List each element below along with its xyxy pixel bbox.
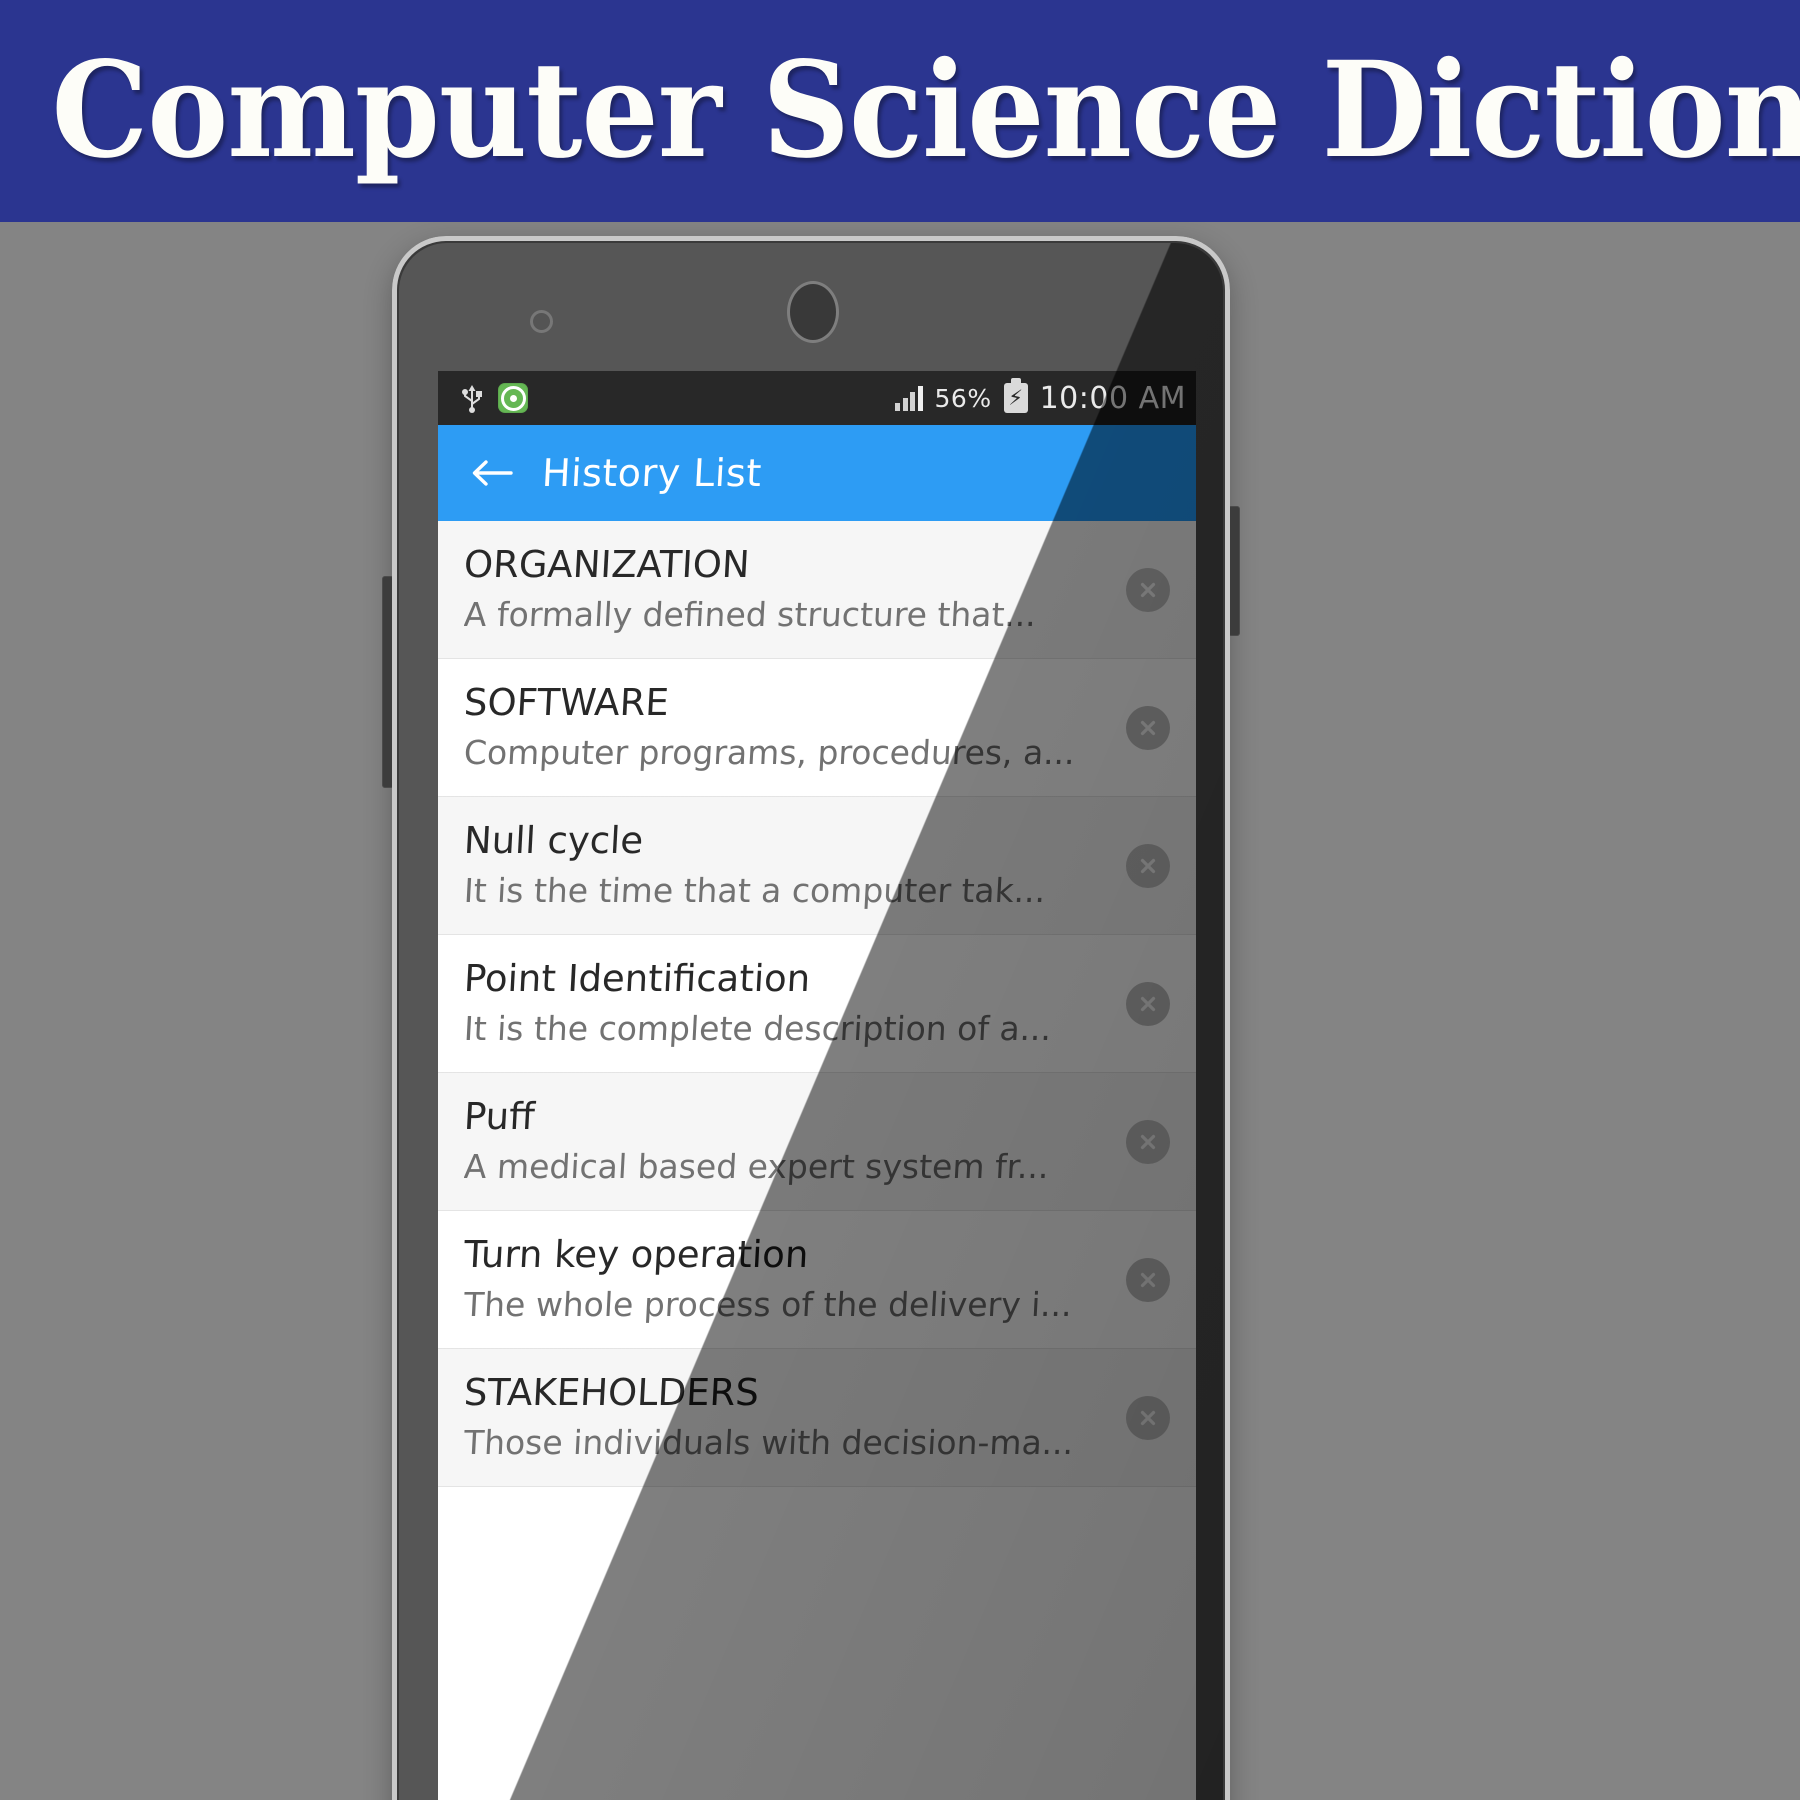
list-item-description: It is the complete description of a...	[464, 1008, 1053, 1048]
list-item-title: Point Identification	[464, 958, 812, 1001]
phone-bezel: 56% ⚡ 10:00 AM History List ORGANIZATION…	[399, 243, 1223, 1800]
close-circle-icon	[1140, 1272, 1156, 1287]
app-bar: History List	[438, 425, 1196, 521]
delete-button[interactable]	[1126, 705, 1170, 750]
app-title-banner: Computer Science Dictionary	[0, 0, 1800, 222]
list-item[interactable]: Null cycle It is the time that a compute…	[438, 797, 1196, 935]
close-circle-icon	[1140, 996, 1156, 1011]
list-item-description: Computer programs, procedures, a...	[464, 732, 1076, 772]
battery-percent-label: 56%	[934, 383, 992, 413]
front-camera-icon	[530, 310, 553, 333]
clock-label: 10:00 AM	[1039, 380, 1186, 416]
status-bar: 56% ⚡ 10:00 AM	[438, 371, 1196, 425]
list-empty-space	[438, 1487, 1196, 1687]
list-item-title: Null cycle	[464, 820, 645, 863]
close-circle-icon	[1140, 1410, 1156, 1425]
delete-button[interactable]	[1126, 843, 1170, 888]
delete-button[interactable]	[1126, 1257, 1170, 1302]
list-item-text: Turn key operation The whole process of …	[464, 1234, 1106, 1324]
back-arrow-icon	[472, 460, 513, 486]
list-item-description: A formally defined structure that...	[464, 594, 1038, 634]
delete-button[interactable]	[1126, 981, 1170, 1026]
list-item[interactable]: STAKEHOLDERS Those individuals with deci…	[438, 1349, 1196, 1487]
list-item-title: ORGANIZATION	[464, 544, 751, 587]
status-bar-right: 56% ⚡ 10:00 AM	[895, 378, 1186, 416]
phone-screen: 56% ⚡ 10:00 AM History List ORGANIZATION…	[438, 371, 1196, 1800]
proximity-sensor-icon	[787, 281, 839, 343]
list-item-text: Null cycle It is the time that a compute…	[464, 820, 1106, 910]
list-item[interactable]: Puff A medical based expert system fr...	[438, 1073, 1196, 1211]
page-title: Computer Science Dictionary	[51, 33, 1800, 188]
power-button[interactable]	[382, 576, 394, 788]
list-item-description: The whole process of the delivery i...	[464, 1284, 1073, 1324]
list-item[interactable]: ORGANIZATION A formally defined structur…	[438, 521, 1196, 659]
list-item-text: SOFTWARE Computer programs, procedures, …	[464, 682, 1106, 772]
delete-button[interactable]	[1126, 567, 1170, 612]
delete-button[interactable]	[1126, 1395, 1170, 1440]
usb-icon	[462, 385, 482, 413]
back-button[interactable]	[464, 445, 520, 501]
list-item-description: Those individuals with decision-ma...	[464, 1422, 1075, 1462]
delete-button[interactable]	[1126, 1119, 1170, 1164]
list-item-title: STAKEHOLDERS	[464, 1372, 760, 1415]
list-item-title: Puff	[464, 1096, 536, 1139]
screenshot-stage: 56% ⚡ 10:00 AM History List ORGANIZATION…	[0, 222, 1800, 1800]
close-circle-icon	[1140, 1134, 1156, 1149]
signal-bars-icon	[895, 385, 923, 411]
app-bar-title: History List	[540, 451, 763, 495]
close-circle-icon	[1140, 720, 1156, 735]
close-circle-icon	[1140, 582, 1156, 597]
list-item[interactable]: Point Identification It is the complete …	[438, 935, 1196, 1073]
list-item-text: Puff A medical based expert system fr...	[464, 1096, 1106, 1186]
phone-device: 56% ⚡ 10:00 AM History List ORGANIZATION…	[382, 236, 1240, 1800]
list-item-text: Point Identification It is the complete …	[464, 958, 1106, 1048]
battery-charging-icon: ⚡	[1003, 378, 1028, 413]
charging-bolt-icon: ⚡	[1008, 385, 1023, 410]
list-item-description: A medical based expert system fr...	[464, 1146, 1050, 1186]
list-item-text: ORGANIZATION A formally defined structur…	[464, 544, 1106, 634]
list-item-description: It is the time that a computer tak...	[464, 870, 1047, 910]
list-item-text: STAKEHOLDERS Those individuals with deci…	[464, 1372, 1106, 1462]
screen-recorder-icon	[498, 383, 528, 413]
list-item[interactable]: Turn key operation The whole process of …	[438, 1211, 1196, 1349]
close-circle-icon	[1140, 858, 1156, 873]
list-item[interactable]: SOFTWARE Computer programs, procedures, …	[438, 659, 1196, 797]
history-list[interactable]: ORGANIZATION A formally defined structur…	[438, 521, 1196, 1687]
status-bar-left	[460, 383, 528, 413]
volume-button[interactable]	[1228, 506, 1240, 636]
list-item-title: SOFTWARE	[464, 682, 670, 725]
list-item-title: Turn key operation	[464, 1234, 810, 1277]
